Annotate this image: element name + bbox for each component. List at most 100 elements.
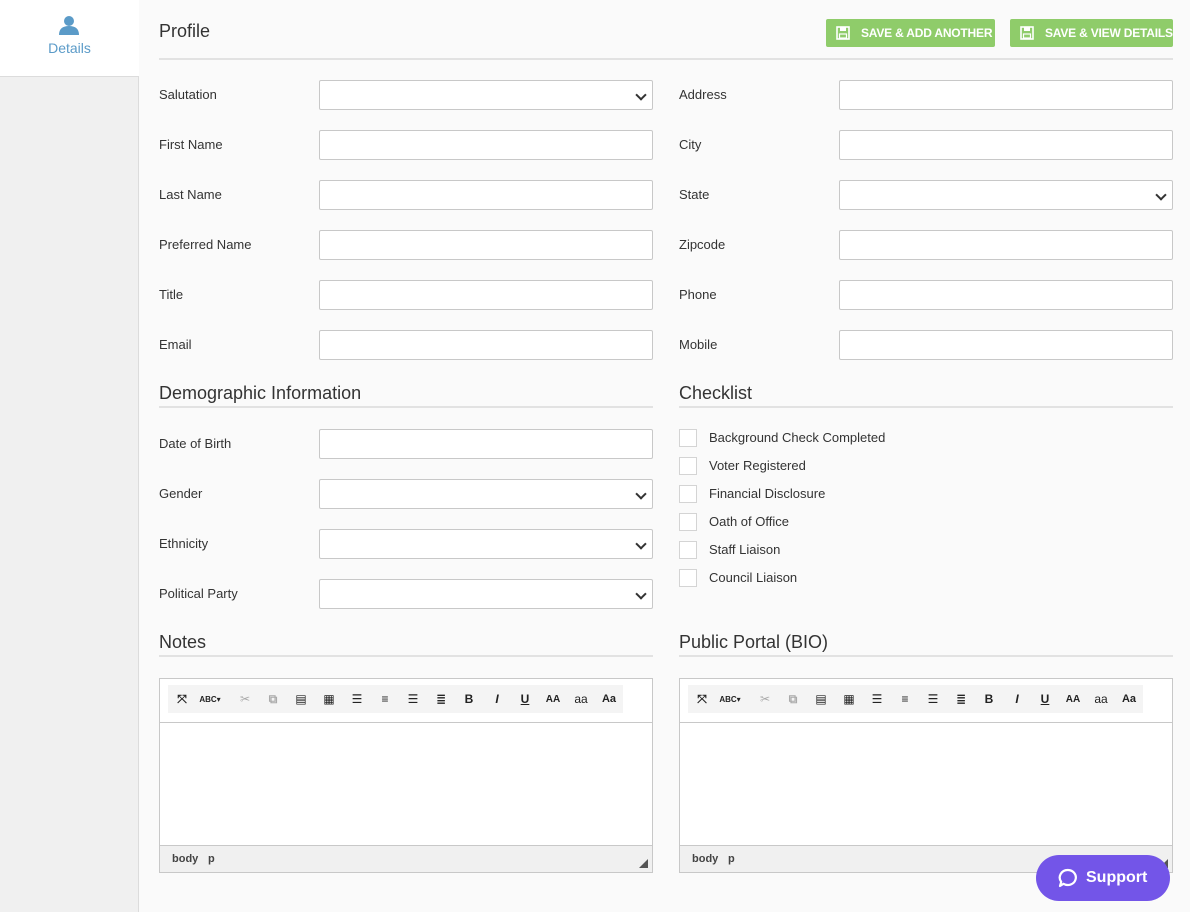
dob-label: Date of Birth: [159, 436, 232, 451]
checklist-item-label: Staff Liaison: [709, 542, 781, 557]
copy-icon[interactable]: ⧉: [264, 691, 282, 707]
bold-button[interactable]: B: [460, 691, 478, 707]
title-label: Title: [159, 287, 184, 302]
checklist-item-label: Background Check Completed: [709, 430, 886, 445]
gender-select[interactable]: [319, 479, 653, 509]
paste-icon[interactable]: ▤: [292, 691, 310, 707]
align-center-icon[interactable]: ≡: [896, 691, 914, 707]
editor-status-bar: body p: [160, 845, 652, 872]
mobile-input[interactable]: [839, 330, 1173, 360]
titlecase-button[interactable]: Aa: [600, 691, 618, 707]
zipcode-input[interactable]: [839, 230, 1173, 260]
align-left-icon[interactable]: ☰: [868, 691, 886, 707]
zipcode-label: Zipcode: [679, 237, 726, 252]
titlecase-button[interactable]: Aa: [1120, 691, 1138, 707]
path-p[interactable]: p: [728, 853, 735, 865]
divider: [159, 406, 653, 408]
save-icon: [836, 26, 850, 40]
political-party-label: Political Party: [159, 586, 238, 601]
save-icon: [1020, 26, 1034, 40]
paste-text-icon[interactable]: ▦: [840, 691, 858, 707]
title-input[interactable]: [319, 280, 653, 310]
user-icon: [59, 16, 79, 35]
italic-button[interactable]: I: [1008, 691, 1026, 707]
last-name-input[interactable]: [319, 180, 653, 210]
align-right-icon[interactable]: ☰: [924, 691, 942, 707]
divider: [679, 406, 1173, 408]
ethnicity-select[interactable]: [319, 529, 653, 559]
bio-editor[interactable]: ⤧ ABC▾ ✂ ⧉ ▤ ▦ ☰ ≡ ☰ ≣ B I U AA aa Aa bo…: [679, 678, 1173, 873]
sidebar: Details: [0, 0, 139, 912]
align-left-icon[interactable]: ☰: [348, 691, 366, 707]
city-label: City: [679, 137, 702, 152]
uppercase-button[interactable]: AA: [1064, 691, 1082, 707]
divider: [679, 655, 1173, 657]
state-label: State: [679, 187, 710, 202]
notes-title: Notes: [159, 632, 207, 652]
city-input[interactable]: [839, 130, 1173, 160]
italic-button[interactable]: I: [488, 691, 506, 707]
ethnicity-label: Ethnicity: [159, 536, 209, 551]
lowercase-button[interactable]: aa: [1092, 691, 1110, 707]
dob-input[interactable]: [319, 429, 653, 459]
tab-details-label: Details: [48, 40, 91, 56]
maximize-icon[interactable]: ⤧: [693, 691, 711, 707]
council-liaison-checkbox[interactable]: [679, 569, 697, 587]
checklist-item-label: Voter Registered: [709, 458, 806, 473]
support-label: Support: [1086, 869, 1148, 886]
voter-registered-checkbox[interactable]: [679, 457, 697, 475]
align-right-icon[interactable]: ☰: [404, 691, 422, 707]
background-check-checkbox[interactable]: [679, 429, 697, 447]
toolbar-group: ⤧ ABC▾ ✂ ⧉ ▤ ▦ ☰ ≡ ☰ ≣ B I U AA aa Aa: [688, 685, 1143, 713]
paste-text-icon[interactable]: ▦: [320, 691, 338, 707]
phone-label: Phone: [679, 287, 717, 302]
page-title: Profile: [159, 21, 211, 41]
preferred-name-label: Preferred Name: [159, 237, 252, 252]
resize-handle[interactable]: [639, 859, 648, 868]
save-view-details-button[interactable]: SAVE & VIEW DETAILS: [1010, 19, 1173, 47]
political-party-select[interactable]: [319, 579, 653, 609]
align-center-icon[interactable]: ≡: [376, 691, 394, 707]
financial-disclosure-checkbox[interactable]: [679, 485, 697, 503]
paste-icon[interactable]: ▤: [812, 691, 830, 707]
copy-icon[interactable]: ⧉: [784, 691, 802, 707]
staff-liaison-checkbox[interactable]: [679, 541, 697, 559]
cut-icon[interactable]: ✂: [756, 691, 774, 707]
uppercase-button[interactable]: AA: [544, 691, 562, 707]
path-body[interactable]: body: [172, 853, 198, 865]
editor-toolbar: ⤧ ABC▾ ✂ ⧉ ▤ ▦ ☰ ≡ ☰ ≣ B I U AA aa Aa: [680, 679, 1172, 723]
underline-button[interactable]: U: [1036, 691, 1054, 707]
divider: [159, 58, 1173, 60]
mobile-label: Mobile: [679, 337, 718, 352]
save-add-another-button[interactable]: SAVE & ADD ANOTHER: [826, 19, 995, 47]
phone-input[interactable]: [839, 280, 1173, 310]
gender-label: Gender: [159, 486, 203, 501]
address-label: Address: [679, 87, 727, 102]
spellcheck-icon[interactable]: ABC▾: [719, 691, 740, 707]
support-button[interactable]: Support: [1036, 855, 1170, 901]
preferred-name-input[interactable]: [319, 230, 653, 260]
maximize-icon[interactable]: ⤧: [173, 691, 191, 707]
bold-button[interactable]: B: [980, 691, 998, 707]
email-label: Email: [159, 337, 192, 352]
first-name-label: First Name: [159, 137, 223, 152]
demographic-title: Demographic Information: [159, 383, 362, 403]
path-body[interactable]: body: [692, 853, 718, 865]
salutation-select[interactable]: [319, 80, 653, 110]
address-input[interactable]: [839, 80, 1173, 110]
oath-of-office-checkbox[interactable]: [679, 513, 697, 531]
cut-icon[interactable]: ✂: [236, 691, 254, 707]
notes-editor[interactable]: ⤧ ABC▾ ✂ ⧉ ▤ ▦ ☰ ≡ ☰ ≣ B I U AA aa Aa bo…: [159, 678, 653, 873]
lowercase-button[interactable]: aa: [572, 691, 590, 707]
tab-details[interactable]: Details: [0, 0, 139, 77]
spellcheck-icon[interactable]: ABC▾: [199, 691, 220, 707]
underline-button[interactable]: U: [516, 691, 534, 707]
bio-title: Public Portal (BIO): [679, 632, 829, 652]
justify-icon[interactable]: ≣: [952, 691, 970, 707]
checklist-item-label: Financial Disclosure: [709, 486, 826, 501]
first-name-input[interactable]: [319, 130, 653, 160]
justify-icon[interactable]: ≣: [432, 691, 450, 707]
state-select[interactable]: [839, 180, 1173, 210]
path-p[interactable]: p: [208, 853, 215, 865]
email-input[interactable]: [319, 330, 653, 360]
